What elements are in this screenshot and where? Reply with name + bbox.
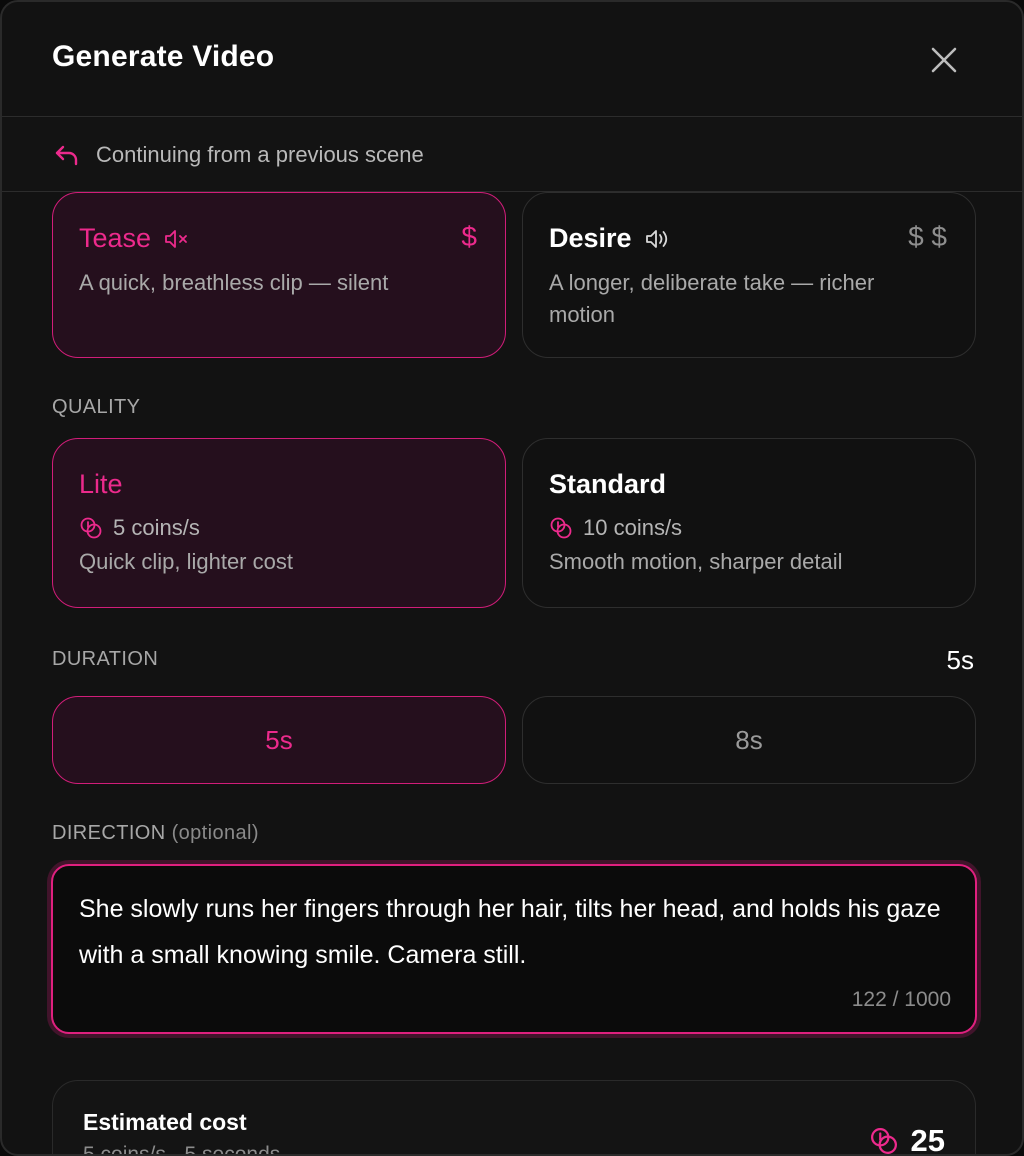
continuing-banner: Continuing from a previous scene	[2, 118, 1022, 192]
mode-title: Desire	[549, 223, 672, 254]
coins-icon	[550, 517, 572, 539]
direction-text: She slowly runs her fingers through her …	[79, 895, 941, 969]
mode-title-text: Desire	[549, 223, 632, 253]
duration-option-label: 8s	[735, 724, 763, 755]
mode-description: A quick, breathless clip — silent	[79, 270, 389, 295]
cost-total: 25	[869, 1123, 945, 1156]
quality-card-standard[interactable]: Standard 10 coins/s Smooth motion, sharp…	[522, 438, 976, 608]
quality-label: QUALITY	[52, 396, 141, 418]
quality-description: Quick clip, lighter cost	[79, 549, 293, 574]
generate-video-modal: Generate Video Continuing from a previou…	[0, 0, 1024, 1156]
quality-title: Standard	[549, 469, 667, 499]
price-text: $ $	[908, 221, 947, 252]
mode-title: Tease	[79, 223, 191, 254]
duration-current: 5s	[946, 645, 974, 675]
modal-header: Generate Video	[2, 2, 1022, 117]
coin-rate: 10 coins/s	[549, 515, 682, 541]
direction-optional: (optional)	[171, 822, 259, 844]
coins-icon	[80, 517, 102, 539]
coin-rate-text: 5 coins/s	[113, 515, 200, 540]
quality-title: Lite	[79, 469, 123, 499]
mode-card-tease[interactable]: Tease $ A quick, breathless clip — silen…	[52, 192, 506, 358]
continuing-text: Continuing from a previous scene	[96, 142, 424, 167]
price-indicator: $	[461, 221, 477, 253]
cost-title: Estimated cost	[83, 1109, 247, 1135]
estimated-cost-card: Estimated cost 5 coins/s · 5 seconds 25	[52, 1080, 976, 1156]
price-indicator: $ $	[908, 221, 947, 253]
muted-icon	[165, 229, 187, 248]
quality-description: Smooth motion, sharper detail	[549, 549, 843, 574]
character-count: 122 / 1000	[851, 988, 951, 1011]
duration-option-8s[interactable]: 8s	[522, 696, 976, 784]
close-icon	[931, 47, 957, 73]
coins-icon	[870, 1128, 897, 1154]
duration-option-label: 5s	[265, 724, 293, 755]
price-text: $	[461, 221, 477, 252]
direction-textarea[interactable]: She slowly runs her fingers through her …	[51, 864, 977, 1034]
mode-title-text: Tease	[79, 223, 152, 253]
cost-subtitle: 5 coins/s · 5 seconds	[83, 1143, 281, 1156]
coin-rate: 5 coins/s	[79, 515, 200, 541]
speaker-icon	[645, 229, 667, 248]
mode-card-desire[interactable]: Desire $ $ A longer, deliberate take — r…	[522, 192, 976, 358]
reply-arrow-icon	[55, 145, 78, 166]
coin-rate-text: 10 coins/s	[583, 515, 683, 540]
close-button[interactable]	[924, 40, 964, 80]
direction-label: DIRECTION (optional)	[52, 822, 259, 845]
direction-label-text: DIRECTION	[52, 822, 166, 844]
duration-label: DURATION	[52, 648, 159, 670]
duration-option-5s[interactable]: 5s	[52, 696, 506, 784]
mode-description: A longer, deliberate take — richer motio…	[549, 270, 875, 327]
quality-card-lite[interactable]: Lite 5 coins/s Quick clip, lighter cost	[52, 438, 506, 608]
modal-title: Generate Video	[52, 40, 275, 73]
cost-value-text: 25	[910, 1123, 945, 1156]
